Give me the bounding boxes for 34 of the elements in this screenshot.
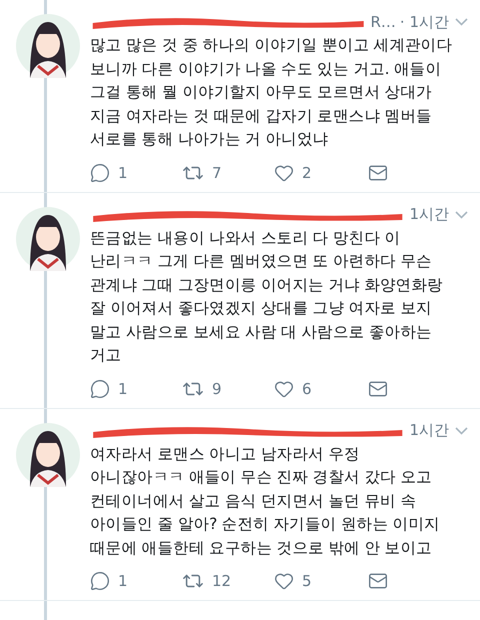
chevron-down-icon (455, 210, 468, 218)
reply-button[interactable]: 1 (90, 162, 182, 182)
mail-button[interactable] (366, 571, 390, 591)
heart-icon (274, 378, 294, 398)
mail-button[interactable] (366, 378, 390, 398)
like-button[interactable]: 2 (274, 162, 366, 182)
tweet-text: 많고 많은 것 중 하나의 이야기일 뿐이고 세계관이다 보니까 다른 이야기가 나올 수도 있는 거고. 애들이 그걸 통해 뭘 이야기할지 아무도 모르면서 상대가 지금 여자라는 것 때문에 갑자기 로맨스냐 멤버들 서로를 통해 나아가는 거 아니었냐 (90, 35, 454, 150)
mail-icon (368, 162, 388, 182)
retweet-button[interactable]: 12 (182, 570, 274, 592)
avatar (16, 206, 80, 270)
heart-icon (274, 571, 294, 591)
retweet-button[interactable]: 9 (182, 378, 274, 400)
tweet-text: 여자라서 로맨스 아니고 남자라서 우정 아니잖아ㅋㅋ 애들이 무슨 진짜 경찰서 갔다 오고 컨테이너에서 살고 음식 던지면서 놀던 뮤비 속 아이들인 줄 알아? 순전히 자기들이 원하는 이미지 때문에 애들한테 요구하는 것으로 밖에 안 보이고 (90, 444, 441, 558)
mail-icon (368, 571, 388, 591)
tweet-text: 뜬금없는 내용이 나와서 스토리 다 망친다 이 난리ㅋㅋ 그게 다른 멤버였으면 또 아련하다 무슨 관계냐 그때 그장면이릉 이어지는 거냐 화양연화랑 잘 이어져서 좋다였겠지 상대를 그냥 여자로 보지 말고 사람으로 보세요 사람 대 사람으로 좋아하는 거고 (90, 228, 444, 366)
heart-icon (274, 162, 294, 182)
reply-icon (90, 162, 110, 182)
chevron-down-icon (455, 426, 468, 434)
tweet-time[interactable]: 1시간 (409, 205, 449, 224)
reply-button[interactable]: 1 (90, 378, 182, 398)
avatar (16, 14, 80, 78)
tweet-time[interactable]: 1시간 (409, 421, 449, 440)
avatar (16, 422, 80, 486)
reply-button[interactable]: 1 (90, 571, 182, 591)
chevron-down-icon (455, 18, 468, 26)
like-button[interactable]: 5 (274, 571, 366, 591)
retweet-button[interactable]: 7 (182, 162, 274, 184)
like-button[interactable]: 6 (274, 378, 366, 398)
tweet-time[interactable]: · 1시간 (400, 12, 449, 32)
reply-icon (90, 571, 110, 591)
reply-icon (90, 378, 110, 398)
user-handle[interactable]: R… (370, 13, 396, 31)
mail-icon (368, 378, 388, 398)
mail-button[interactable] (366, 162, 390, 182)
